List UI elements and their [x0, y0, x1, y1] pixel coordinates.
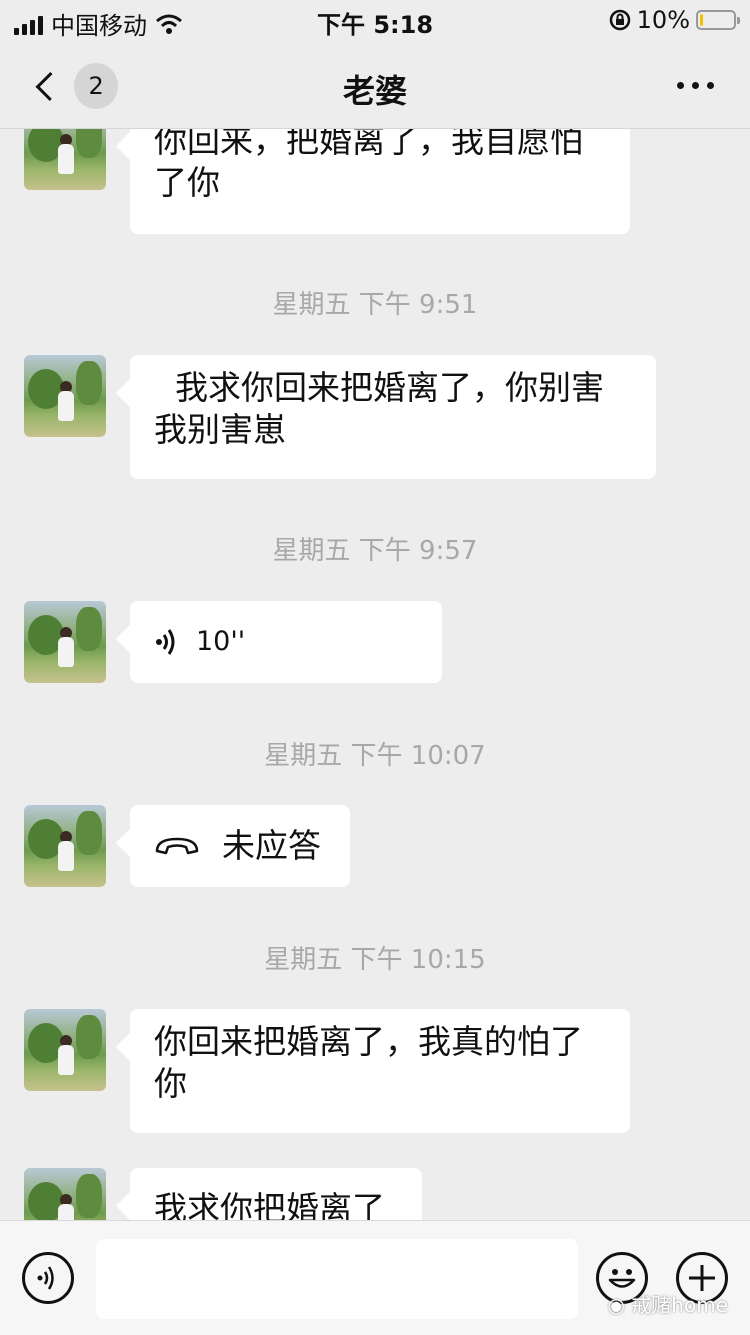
- timestamp: 星期五 下午 10:07: [264, 741, 486, 771]
- avatar[interactable]: [24, 355, 106, 437]
- wechat-logo-icon: ◉: [607, 1293, 632, 1317]
- avatar[interactable]: [24, 1168, 106, 1220]
- timestamp: 星期五 下午 9:51: [272, 290, 478, 320]
- missed-call-bubble[interactable]: 未应答: [130, 805, 350, 887]
- chat-title: 老婆: [342, 72, 407, 110]
- voice-duration: 10'': [196, 626, 246, 657]
- nav-bar: 2 老婆: [0, 42, 750, 129]
- message-bubble[interactable]: 我求你回来把婚离了，你别害 我别害崽: [130, 355, 656, 479]
- input-bar: ◉ 戒赌home: [0, 1220, 750, 1335]
- message-bubble[interactable]: 我求你把婚离了: [130, 1168, 422, 1220]
- battery-percent: 10%: [636, 6, 690, 34]
- watermark: ◉ 戒赌home: [607, 1293, 728, 1317]
- avatar[interactable]: [24, 1009, 106, 1091]
- more-button[interactable]: [677, 82, 714, 89]
- timestamp: 星期五 下午 10:15: [264, 945, 486, 975]
- voice-input-icon: [37, 1266, 54, 1290]
- voice-input-button[interactable]: [22, 1252, 74, 1304]
- message-input[interactable]: [96, 1239, 578, 1319]
- missed-call-icon: [155, 837, 199, 855]
- message-bubble[interactable]: 你回来，把婚离了，我自愿怕 了你: [130, 128, 630, 234]
- avatar[interactable]: [24, 601, 106, 683]
- timestamp: 星期五 下午 9:57: [272, 536, 478, 566]
- avatar[interactable]: [24, 128, 106, 190]
- battery-level: [700, 14, 704, 26]
- message-list[interactable]: 你回来，把婚离了，我自愿怕 了你 星期五 下午 9:51 我求你回来把婚离了，你…: [0, 128, 750, 1220]
- more-icon: [677, 82, 684, 89]
- voice-message-bubble[interactable]: 10'': [130, 601, 442, 683]
- status-bar: 中国移动 下午 5:18 10%: [0, 0, 750, 42]
- message-bubble[interactable]: 你回来把婚离了，我真的怕了 你: [130, 1009, 630, 1133]
- avatar[interactable]: [24, 805, 106, 887]
- call-status: 未应答: [222, 826, 321, 865]
- voice-icon: [156, 629, 175, 655]
- lock-rotation-icon: [609, 9, 630, 31]
- battery-icon: [696, 10, 740, 30]
